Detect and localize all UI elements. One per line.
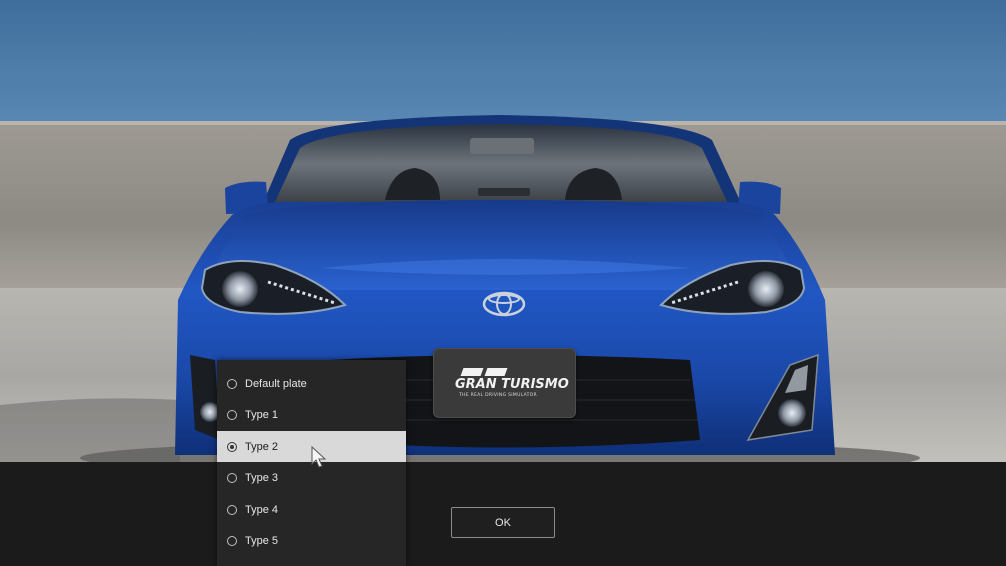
plate-selection-screen: GRAN TURISMO THE REAL DRIVING SIMULATOR … [0, 0, 1006, 566]
rearview-mirror [470, 138, 534, 154]
right-headlight-lens [748, 271, 784, 307]
plate-logo-subtitle: THE REAL DRIVING SIMULATOR [459, 393, 537, 398]
option-default-plate[interactable]: Default plate [217, 368, 406, 399]
option-label: Type 4 [245, 503, 279, 516]
right-fog-lamp [778, 399, 806, 427]
radio-icon [227, 535, 237, 546]
mouse-pointer-icon [311, 446, 327, 468]
radio-icon [227, 504, 237, 515]
ok-button[interactable]: OK [451, 507, 555, 538]
license-plate: GRAN TURISMO THE REAL DRIVING SIMULATOR [433, 348, 576, 418]
ground-shadow [0, 398, 180, 462]
radio-selected-icon [227, 441, 237, 452]
option-label: Type 5 [245, 534, 279, 547]
left-headlight-lens [222, 271, 258, 307]
option-type-5[interactable]: Type 5 [217, 525, 406, 556]
option-label: Default plate [245, 377, 307, 390]
plate-logo-title: GRAN TURISMO [455, 377, 569, 392]
option-label: Type 3 [245, 471, 279, 484]
dashboard [478, 188, 530, 196]
option-type-4[interactable]: Type 4 [217, 494, 406, 525]
car-preview: GRAN TURISMO THE REAL DRIVING SIMULATOR [0, 0, 1006, 462]
radio-icon [227, 472, 237, 483]
option-label: Type 2 [245, 440, 279, 453]
option-type-1[interactable]: Type 1 [217, 399, 406, 430]
option-label: Type 1 [245, 408, 279, 421]
radio-icon [227, 409, 237, 420]
radio-icon [227, 378, 237, 389]
